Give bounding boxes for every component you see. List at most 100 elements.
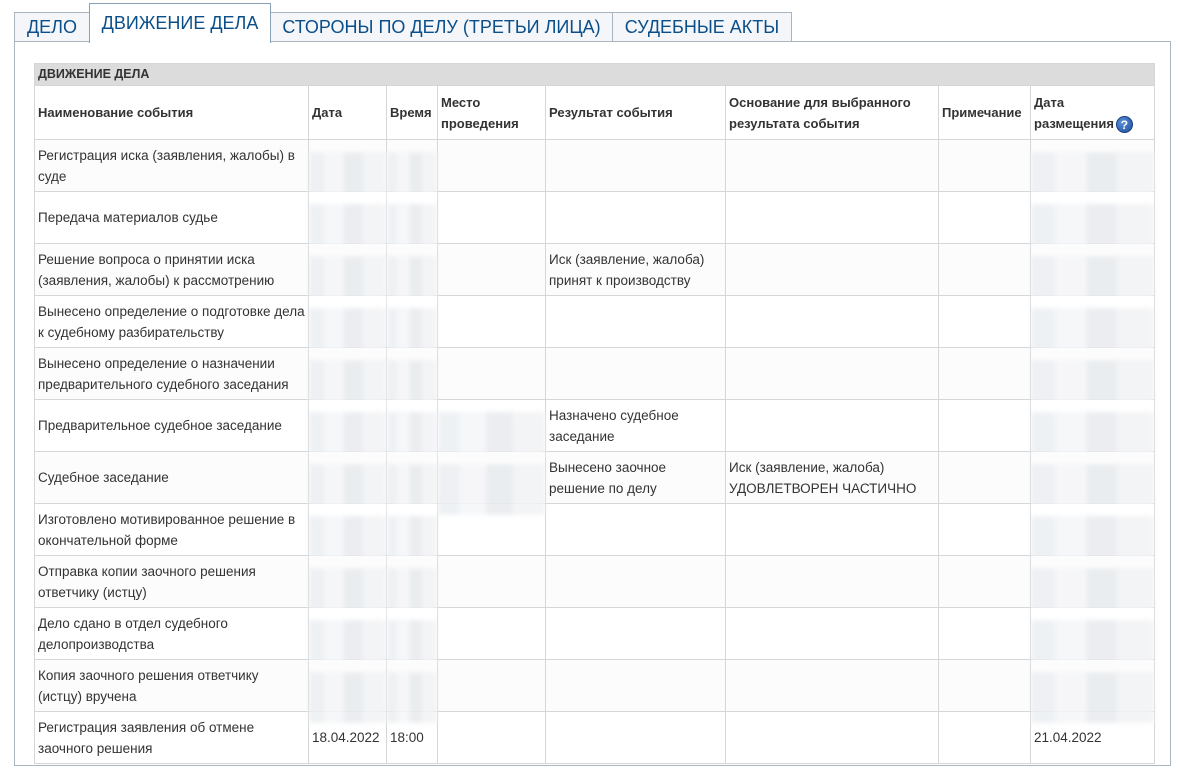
cell-note — [938, 607, 1031, 660]
cell-place — [437, 243, 546, 296]
cell-result — [545, 659, 726, 712]
cell-result — [545, 295, 726, 348]
cell-place — [437, 555, 546, 608]
column-header-place: Место проведения — [437, 85, 546, 140]
table-row: Регистрация иска (заявления, жалобы) в с… — [34, 139, 1156, 203]
cell-event: Дело сдано в отдел судебного делопроизво… — [34, 607, 309, 660]
cell-basis — [725, 295, 939, 348]
cell-event: Регистрация заявления об отмене заочного… — [34, 711, 309, 764]
cell-note — [938, 659, 1031, 712]
cell-date — [308, 399, 387, 463]
cell-event: Изготовлено мотивированное решение в око… — [34, 503, 309, 556]
cell-basis — [725, 711, 939, 764]
cell-result — [545, 555, 726, 608]
cell-date — [308, 451, 387, 515]
cell-basis — [725, 659, 939, 712]
cell-date — [308, 659, 387, 723]
column-header-basis-line2: результата события — [729, 115, 860, 131]
table-header-row: Наименование события Дата Время Место пр… — [34, 85, 1156, 140]
cell-basis — [725, 347, 939, 400]
table-row: Судебное заседание Вынесено заочное решен… — [34, 451, 1156, 515]
cell-date — [308, 191, 387, 255]
column-header-posted-line2: размещения — [1034, 115, 1114, 131]
case-movement-table: ДВИЖЕНИЕ ДЕЛА Наименование события Дата … — [33, 63, 1156, 764]
tab-parties[interactable]: СТОРОНЫ ПО ДЕЛУ (ТРЕТЬИ ЛИЦА) — [270, 12, 613, 42]
cell-place — [437, 659, 546, 712]
cell-result — [545, 503, 726, 556]
cell-posted — [1029, 295, 1156, 359]
table-row: Предварительное судебное заседание Назнач… — [34, 399, 1156, 463]
cell-event: Предварительное судебное заседание — [34, 399, 309, 452]
cell-event: Вынесено определение о назначении предва… — [34, 347, 309, 400]
table-row: Отправка копии заочного решения ответчик… — [34, 555, 1156, 619]
cell-date — [308, 555, 387, 619]
cell-note — [938, 139, 1031, 192]
column-header-posted-line1: Дата — [1034, 94, 1065, 110]
cell-event: Копия заочного решения ответчику (истцу)… — [34, 659, 309, 712]
cell-event: Регистрация иска (заявления, жалобы) в с… — [34, 139, 309, 192]
cell-posted — [1029, 139, 1156, 203]
help-icon[interactable]: ? — [1115, 115, 1133, 133]
table-row: Регистрация заявления об отмене заочного… — [34, 711, 1156, 764]
redacted-value — [438, 464, 545, 515]
table-row: Передача материалов судье — [34, 191, 1156, 255]
tab-court-acts[interactable]: СУДЕБНЫЕ АКТЫ — [612, 12, 792, 42]
cell-note — [938, 503, 1031, 556]
cell-basis — [725, 555, 939, 608]
cell-time — [386, 243, 438, 307]
cell-result: Вынесено заочное решение по делу — [545, 451, 726, 504]
column-header-place-line2: проведения — [441, 115, 519, 131]
cell-posted — [1029, 555, 1156, 619]
cell-note — [938, 399, 1031, 452]
column-header-date: Дата — [308, 85, 387, 140]
cell-time — [386, 139, 438, 203]
column-header-basis-line1: Основание для выбранного — [729, 94, 911, 110]
table-row: Вынесено определение о назначении предва… — [34, 347, 1156, 411]
column-header-note: Примечание — [938, 85, 1031, 140]
cell-result — [545, 139, 726, 192]
cell-posted — [1029, 243, 1156, 307]
cell-place — [437, 399, 546, 463]
cell-date — [308, 347, 387, 411]
cell-result: Назначено судебное заседание — [545, 399, 726, 452]
cell-date — [308, 243, 387, 307]
cell-time — [386, 659, 438, 723]
cell-posted — [1029, 503, 1156, 567]
cell-note — [938, 451, 1031, 504]
cell-place — [437, 295, 546, 348]
cell-event: Вынесено определение о подготовке дела к… — [34, 295, 309, 348]
cell-result — [545, 191, 726, 244]
table-row: Вынесено определение о подготовке дела к… — [34, 295, 1156, 359]
cell-date — [308, 295, 387, 359]
tab-case[interactable]: ДЕЛО — [14, 12, 90, 42]
column-header-posted: Дата размещения? — [1029, 85, 1156, 140]
cell-place — [437, 347, 546, 400]
cell-posted — [1029, 191, 1156, 255]
table-row: Копия заочного решения ответчику (истцу)… — [34, 659, 1156, 723]
cell-time — [386, 347, 438, 411]
cell-event: Отправка копии заочного решения ответчик… — [34, 555, 309, 608]
cell-basis — [725, 139, 939, 192]
column-header-time: Время — [386, 85, 438, 140]
column-header-basis: Основание для выбранного результата собы… — [725, 85, 939, 140]
tab-case-movement[interactable]: ДВИЖЕНИЕ ДЕЛА — [89, 3, 271, 43]
redacted-value — [309, 672, 386, 723]
cell-basis — [725, 503, 939, 556]
cell-event: Судебное заседание — [34, 451, 309, 504]
cell-event: Передача материалов судье — [34, 191, 309, 244]
cell-time — [386, 555, 438, 619]
cell-note — [938, 555, 1031, 608]
column-header-event: Наименование события — [34, 85, 309, 140]
table-caption: ДВИЖЕНИЕ ДЕЛА — [33, 63, 1156, 86]
cell-basis — [725, 243, 939, 296]
cell-posted — [1029, 451, 1156, 515]
cell-place — [437, 139, 546, 192]
cell-place — [437, 451, 546, 515]
cell-time — [386, 451, 438, 515]
cell-time — [386, 191, 438, 255]
cell-time — [386, 503, 438, 567]
cell-result — [545, 607, 726, 660]
cell-time — [386, 607, 438, 671]
cell-event: Решение вопроса о принятии иска (заявлен… — [34, 243, 309, 296]
cell-result: Иск (заявление, жалоба) принят к произво… — [545, 243, 726, 296]
